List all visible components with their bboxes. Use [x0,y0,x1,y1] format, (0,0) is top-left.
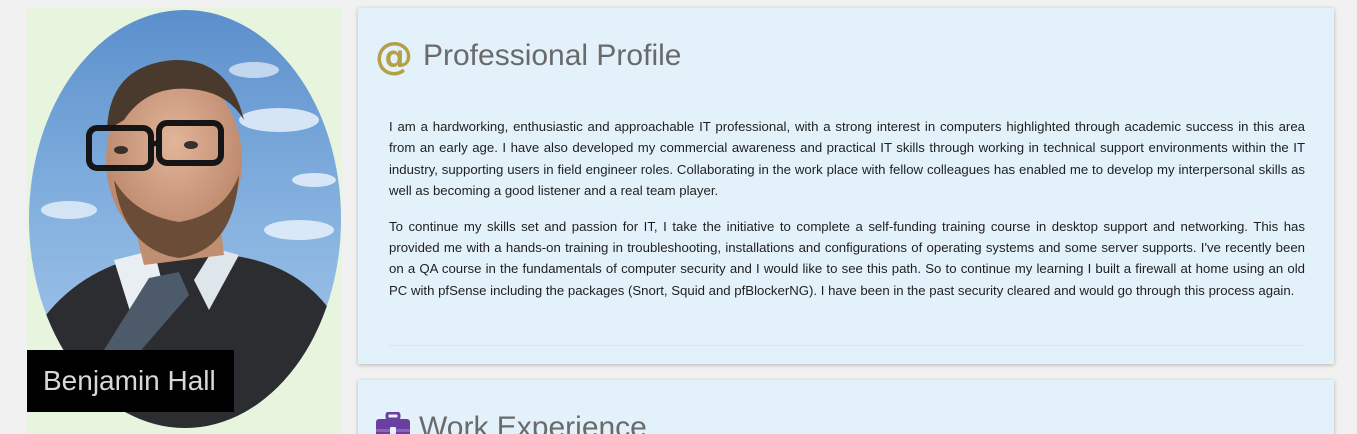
profile-sidebar: Benjamin Hall [27,8,342,434]
profile-summary: I am a hardworking, enthusiastic and app… [389,116,1305,315]
professional-profile-section: @ Professional Profile I am a hardworkin… [358,8,1334,364]
section-header: @ Professional Profile [375,36,681,76]
section-header: Work Experience [375,408,647,434]
resume-page: Benjamin Hall @ Professional Profile I a… [0,0,1357,434]
profile-name: Benjamin Hall [27,350,234,412]
work-experience-section: Work Experience [358,380,1334,434]
briefcase-icon [375,412,411,434]
summary-paragraph: To continue my skills set and passion fo… [389,218,1305,298]
section-title: Professional Profile [423,39,682,72]
at-icon: @ [375,34,413,78]
summary-paragraph: I am a hardworking, enthusiastic and app… [389,119,1305,199]
section-divider [389,345,1303,346]
section-title: Work Experience [419,411,647,434]
